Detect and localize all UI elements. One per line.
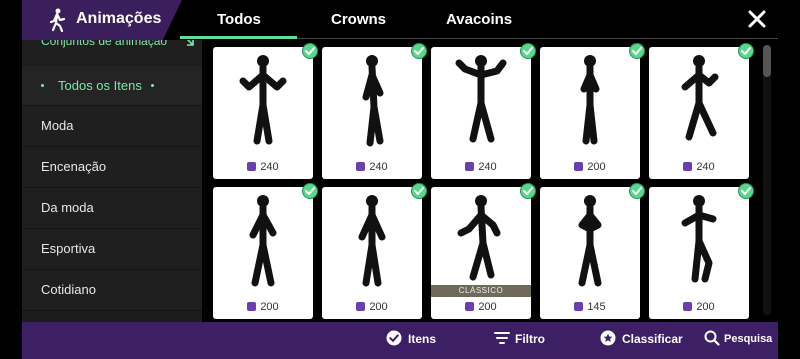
animation-card[interactable]: 200 [213,183,318,319]
coin-icon [356,162,366,171]
price-value: 240 [260,161,279,173]
coin-icon [574,162,584,171]
animation-card[interactable]: 240 [431,43,536,179]
animations-shop-screen: Animações Todos Crowns Avacoins Conjunto… [0,0,800,359]
filter-button[interactable]: Filtro [515,332,545,346]
search-button[interactable]: Pesquisa [724,333,772,345]
owned-check-icon [738,43,754,59]
price-label: 200 [322,301,422,313]
owned-check-icon [629,183,645,199]
sidebar-item-all-items[interactable]: Todos os Itens [22,66,202,106]
price-value: 200 [369,301,388,313]
tab-todos[interactable]: Todos [217,11,261,28]
coin-icon [574,302,584,311]
owned-check-icon [411,183,427,199]
sidebar-item-label: Conjuntos de animação [41,40,168,48]
animation-card[interactable]: 240 [322,43,427,179]
owned-check-icon [629,43,645,59]
sidebar-item-moda[interactable]: Moda [22,106,202,147]
animation-card[interactable]: 145 [540,183,645,319]
sidebar-item-esportiva[interactable]: Esportiva [22,229,202,270]
animation-card[interactable]: CLÁSSICO 200 [431,183,536,319]
items-button[interactable]: Itens [408,332,436,346]
sidebar-item-da-moda[interactable]: Da moda [22,188,202,229]
price-value: 240 [478,161,497,173]
coin-icon [247,162,257,171]
price-value: 240 [369,161,388,173]
animation-pose-icon [681,195,717,283]
animation-pose-icon [455,55,507,143]
page-title: Animações [76,10,162,27]
price-label: 200 [540,161,640,173]
tab-avacoins[interactable]: Avacoins [446,11,512,28]
coin-icon [683,162,693,171]
coin-icon [683,302,693,311]
animation-pose-icon [580,55,600,145]
coin-icon [465,302,475,311]
classic-badge: CLÁSSICO [431,285,531,297]
category-sidebar: Conjuntos de animação Todos os Itens Mod… [22,40,202,322]
animation-grid: 240 240 240 200 240 200 200 CLÁSSICO 200 145 200 [202,40,760,322]
tab-crowns[interactable]: Crowns [331,11,386,28]
animation-pose-icon [358,195,386,287]
sidebar-item-cotidiano[interactable]: Cotidiano [22,270,202,311]
price-value: 200 [478,301,497,313]
animation-pose-icon [239,55,287,145]
price-label: 240 [322,161,422,173]
coin-icon [356,302,366,311]
owned-check-icon [520,183,536,199]
active-dot [151,84,154,87]
sort-icon[interactable] [600,330,616,346]
sidebar-item-encenacao[interactable]: Encenação [22,147,202,188]
close-icon[interactable] [746,8,768,30]
animation-card[interactable]: 240 [213,43,318,179]
price-label: 145 [540,301,640,313]
price-label: 240 [213,161,313,173]
price-value: 145 [587,301,606,313]
sort-button[interactable]: Classificar [622,332,683,346]
animation-pose-icon [578,195,602,287]
price-label: 240 [431,161,531,173]
coin-icon [465,162,475,171]
price-label: 200 [649,301,749,313]
owned-check-icon [411,43,427,59]
coin-icon [247,302,257,311]
active-tab-indicator [180,36,297,39]
price-label: 200 [213,301,313,313]
sidebar-item-label: Cotidiano [41,282,96,297]
price-value: 200 [696,301,715,313]
owned-check-icon [302,43,318,59]
animation-card[interactable]: 200 [322,183,427,319]
sidebar-item-label: Todos os Itens [58,78,142,93]
animation-pose-icon [457,195,501,281]
animation-pose-icon [362,55,384,147]
active-dot [41,84,44,87]
animation-card[interactable]: 240 [649,43,754,179]
dancer-icon [49,8,66,32]
animation-pose-icon [249,195,277,287]
sidebar-item-label: Encenação [41,159,107,174]
animation-card[interactable]: 200 [540,43,645,179]
scrollbar-thumb[interactable] [763,45,771,77]
owned-check-icon [520,43,536,59]
owned-check-icon [302,183,318,199]
sidebar-item-label: Da moda [41,200,94,215]
check-circle-icon[interactable] [386,330,402,346]
price-label: 240 [649,161,749,173]
sidebar-item-label: Moda [41,118,74,133]
animation-pose-icon [681,55,719,141]
collapse-icon[interactable] [182,40,196,48]
price-label: 200 [431,301,531,313]
sidebar-item-animation-sets[interactable]: Conjuntos de animação [22,40,202,64]
search-icon[interactable] [704,330,720,346]
filter-icon[interactable] [494,330,510,346]
owned-check-icon [738,183,754,199]
price-value: 200 [587,161,606,173]
price-value: 200 [260,301,279,313]
price-value: 240 [696,161,715,173]
scrollbar-track[interactable] [763,45,771,315]
animation-card[interactable]: 200 [649,183,754,319]
sidebar-item-label: Esportiva [41,241,96,256]
